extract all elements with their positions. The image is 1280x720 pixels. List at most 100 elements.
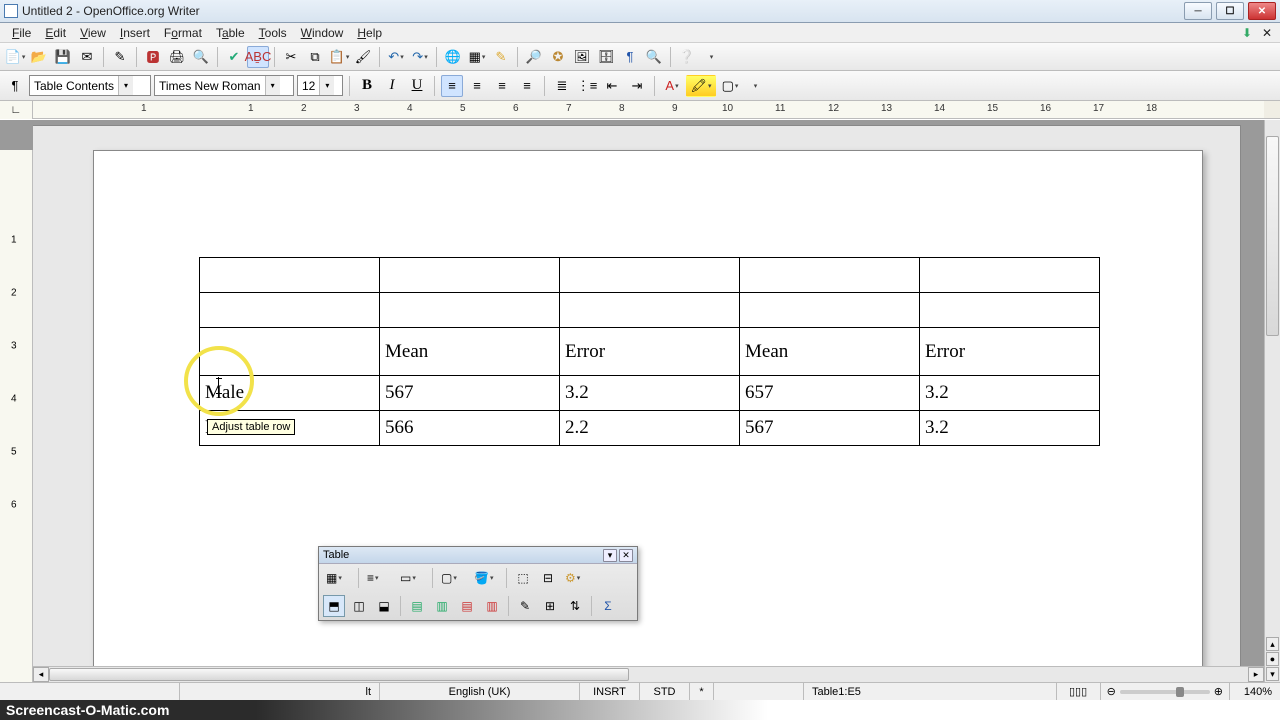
bg-color-button[interactable]: ▢▾ [719, 75, 741, 97]
border-color-icon[interactable]: ▭▾ [397, 567, 427, 589]
format-paintbrush-icon[interactable]: 🖌 [352, 46, 374, 68]
italic-button[interactable]: I [381, 75, 403, 97]
table-properties-icon[interactable]: ⊞ [539, 595, 561, 617]
print-icon[interactable]: 🖨 [166, 46, 188, 68]
floating-table-toolbar[interactable]: Table ▾ ✕ ▦▾ ≡▾ ▭▾ ▢▾ 🪣▾ ⬚ ⊟ ⚙▾ [318, 546, 638, 621]
export-pdf-icon[interactable]: 🅿 [142, 46, 164, 68]
highlight-button[interactable]: 🖍▾ [686, 75, 716, 97]
menu-insert[interactable]: Insert [114, 24, 156, 42]
insert-row-icon[interactable]: ▤ [406, 595, 428, 617]
split-cells-icon[interactable]: ⊟ [537, 567, 559, 589]
email-icon[interactable]: ✉ [76, 46, 98, 68]
bg-fill-icon[interactable]: 🪣▾ [471, 567, 501, 589]
delete-col-icon[interactable]: ▥ [481, 595, 503, 617]
menu-tools[interactable]: Tools [253, 24, 293, 42]
autoformat-icon[interactable]: ✎ [514, 595, 536, 617]
open-icon[interactable]: 📂 [28, 46, 50, 68]
float-toolbar-titlebar[interactable]: Table ▾ ✕ [319, 547, 637, 564]
document-viewport[interactable]: Mean Error Mean Error Male 567 3.2 657 3… [33, 120, 1264, 682]
sort-icon[interactable]: ⇅ [564, 595, 586, 617]
data-sources-icon[interactable]: 🗄 [595, 46, 617, 68]
toolbar-options-icon[interactable]: ▾ [700, 46, 722, 68]
status-style[interactable]: lt [180, 683, 380, 700]
insert-col-icon[interactable]: ▥ [431, 595, 453, 617]
menu-help[interactable]: Help [351, 24, 388, 42]
para-style-combo[interactable]: Table Contents ▾ [29, 75, 151, 96]
navigation-button[interactable]: ● [1266, 652, 1279, 666]
sum-icon[interactable]: Σ [597, 595, 619, 617]
status-page[interactable] [0, 683, 180, 700]
menu-table[interactable]: Table [210, 24, 251, 42]
toolbar2-options-icon[interactable]: ▾ [744, 75, 766, 97]
align-bottom-icon[interactable]: ⬓ [373, 595, 395, 617]
status-insert-mode[interactable]: INSRT [580, 683, 640, 700]
gallery-icon[interactable]: 🖼 [571, 46, 593, 68]
align-middle-icon[interactable]: ◫ [348, 595, 370, 617]
status-signature[interactable] [714, 683, 804, 700]
redo-icon[interactable]: ↷▾ [409, 46, 431, 68]
close-document-button[interactable]: ✕ [1260, 26, 1274, 40]
font-name-combo[interactable]: Times New Roman ▾ [154, 75, 294, 96]
nonprinting-chars-icon[interactable]: ¶ [619, 46, 641, 68]
next-page-button[interactable]: ▾ [1266, 667, 1279, 681]
status-view-layout[interactable]: ▯▯▯ [1057, 683, 1101, 700]
edit-file-icon[interactable]: ✎ [109, 46, 131, 68]
horizontal-ruler[interactable]: 1 1 2 3 4 5 6 7 8 9 10 11 12 13 14 15 16… [33, 101, 1264, 118]
prev-page-button[interactable]: ▴ [1266, 637, 1279, 651]
align-center-button[interactable]: ≡ [466, 75, 488, 97]
maximize-button[interactable]: ☐ [1216, 2, 1244, 20]
align-justify-button[interactable]: ≡ [516, 75, 538, 97]
line-style-icon[interactable]: ≡▾ [364, 567, 394, 589]
delete-row-icon[interactable]: ▤ [456, 595, 478, 617]
bold-button[interactable]: B [356, 75, 378, 97]
menu-format[interactable]: Format [158, 24, 208, 42]
document-page[interactable]: Mean Error Mean Error Male 567 3.2 657 3… [93, 150, 1203, 682]
find-icon[interactable]: 🔎 [523, 46, 545, 68]
zoom-slider[interactable]: ⊖ ⊕ [1101, 683, 1230, 700]
hyperlink-icon[interactable]: 🌐 [442, 46, 464, 68]
hscroll-left[interactable]: ◂ [33, 667, 49, 682]
navigator-icon[interactable]: ✪ [547, 46, 569, 68]
borders-icon[interactable]: ▢▾ [438, 567, 468, 589]
bulleted-list-button[interactable]: ⋮≡ [576, 75, 598, 97]
styles-window-icon[interactable]: ¶ [4, 75, 26, 97]
spellcheck-icon[interactable]: ✔ [223, 46, 245, 68]
numbered-list-button[interactable]: ≣ [551, 75, 573, 97]
increase-indent-button[interactable]: ⇥ [626, 75, 648, 97]
optimize-icon[interactable]: ⚙▾ [562, 567, 592, 589]
cut-icon[interactable]: ✂ [280, 46, 302, 68]
vertical-scrollbar[interactable]: ▴ ● ▾ [1264, 120, 1280, 682]
save-icon[interactable]: 💾 [52, 46, 74, 68]
status-zoom-value[interactable]: 140% [1230, 683, 1280, 700]
font-color-button[interactable]: A▾ [661, 75, 683, 97]
new-doc-icon[interactable]: 📄▾ [4, 46, 26, 68]
status-modified[interactable]: * [690, 683, 714, 700]
zoom-in-icon[interactable]: ⊕ [1214, 685, 1223, 698]
undo-icon[interactable]: ↶▾ [385, 46, 407, 68]
zoom-out-icon[interactable]: ⊖ [1107, 685, 1116, 698]
underline-button[interactable]: U [406, 75, 428, 97]
help-icon[interactable]: ❔ [676, 46, 698, 68]
hscroll-thumb[interactable] [49, 668, 629, 681]
copy-icon[interactable]: ⧉ [304, 46, 326, 68]
vertical-ruler[interactable]: 1 2 3 4 5 6 [0, 150, 33, 682]
menu-edit[interactable]: Edit [39, 24, 72, 42]
float-toolbar-menu-button[interactable]: ▾ [603, 549, 617, 562]
document-table[interactable]: Mean Error Mean Error Male 567 3.2 657 3… [199, 257, 1100, 446]
decrease-indent-button[interactable]: ⇤ [601, 75, 623, 97]
status-language[interactable]: English (UK) [380, 683, 580, 700]
print-preview-icon[interactable]: 🔍 [190, 46, 212, 68]
show-draw-icon[interactable]: ✎ [490, 46, 512, 68]
align-left-button[interactable]: ≡ [441, 75, 463, 97]
table-grid-icon[interactable]: ▦▾ [323, 567, 353, 589]
align-top-icon[interactable]: ⬒ [323, 595, 345, 617]
auto-spellcheck-icon[interactable]: AḆC [247, 46, 269, 68]
status-selection-mode[interactable]: STD [640, 683, 690, 700]
close-button[interactable]: ✕ [1248, 2, 1276, 20]
minimize-button[interactable]: ─ [1184, 2, 1212, 20]
update-icon[interactable]: ⬇ [1240, 26, 1254, 40]
menu-file[interactable]: File [6, 24, 37, 42]
vscroll-thumb[interactable] [1266, 136, 1279, 336]
status-cell-ref[interactable]: Table1:E5 [804, 683, 1057, 700]
hscroll-right[interactable]: ▸ [1248, 667, 1264, 682]
